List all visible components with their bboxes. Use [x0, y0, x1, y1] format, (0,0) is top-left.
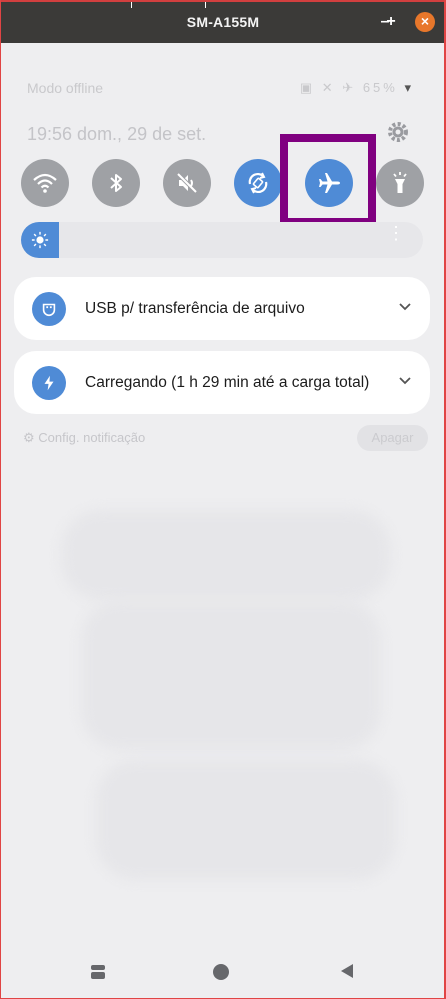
battery-text: 65% — [362, 80, 398, 95]
airplane-highlight-box — [280, 134, 376, 226]
phone-screen: SM-A155M – + × Modo offline ▣ ✕ ✈ 65% ▾ … — [0, 0, 446, 999]
maximize-label: + — [386, 13, 396, 30]
battery-icon: ▾ — [404, 80, 414, 95]
notification-text: Carregando (1 h 29 min até a carga total… — [85, 374, 370, 391]
background-blur — [81, 600, 381, 750]
notification-text: USB p/ transferência de arquivo — [85, 300, 305, 317]
background-blur — [61, 510, 391, 600]
charging-notification-icon — [32, 366, 66, 400]
offline-mode-text: Modo offline — [27, 80, 104, 96]
flashlight-icon — [393, 172, 407, 193]
mute-icon — [176, 172, 198, 194]
notification-settings-link[interactable]: ⚙ Config. notificação — [23, 430, 145, 446]
status-icons: ▣ ✕ ✈ 65% ▾ — [300, 80, 414, 96]
usb-icon — [42, 303, 56, 317]
maximize-button[interactable]: + — [381, 12, 401, 32]
status-bar: Modo offline ▣ ✕ ✈ 65% ▾ — [27, 78, 414, 98]
notification-card[interactable]: Carregando (1 h 29 min até a carga total… — [14, 351, 430, 414]
notification-card[interactable]: USB p/ transferência de arquivo — [14, 277, 430, 340]
sun-icon — [31, 231, 49, 249]
titlebar-artifact — [205, 2, 206, 8]
home-button[interactable] — [213, 964, 229, 980]
brightness-slider[interactable]: ⋮ — [21, 222, 423, 258]
close-button[interactable]: × — [415, 12, 435, 32]
clear-button[interactable]: Apagar — [357, 425, 428, 451]
recent-apps-icon[interactable] — [90, 964, 106, 980]
nfc-icon: ▣ — [299, 80, 316, 95]
bluetooth-icon — [110, 174, 122, 192]
mute-icon: ✕ — [321, 80, 336, 95]
brightness-fill — [21, 222, 59, 258]
chevron-down-icon[interactable] — [396, 297, 414, 315]
back-icon[interactable] — [338, 962, 356, 980]
more-icon: ⋮ — [387, 223, 405, 243]
navigation-bar — [1, 940, 444, 998]
background-blur — [96, 760, 396, 880]
airplane-small-icon: ✈ — [342, 80, 357, 95]
bolt-icon — [44, 375, 54, 391]
usb-notification-icon — [32, 292, 66, 326]
window-titlebar: SM-A155M – + × — [1, 0, 444, 43]
rotate-icon — [248, 172, 268, 194]
auto-rotate-toggle[interactable] — [234, 159, 282, 207]
titlebar-artifact — [131, 2, 132, 8]
date-time: 19:56 dom., 29 de set. — [27, 124, 207, 144]
gear-icon[interactable] — [386, 120, 410, 144]
wifi-toggle[interactable] — [21, 159, 69, 207]
small-gear-icon: ⚙ — [23, 430, 35, 445]
chevron-down-icon[interactable] — [396, 371, 414, 389]
bluetooth-toggle[interactable] — [92, 159, 140, 207]
notification-settings-label: Config. notificação — [38, 430, 146, 445]
wifi-icon — [33, 173, 57, 193]
brightness-more-button[interactable]: ⋮ — [387, 224, 405, 242]
flashlight-toggle[interactable] — [376, 159, 424, 207]
sound-toggle[interactable] — [163, 159, 211, 207]
